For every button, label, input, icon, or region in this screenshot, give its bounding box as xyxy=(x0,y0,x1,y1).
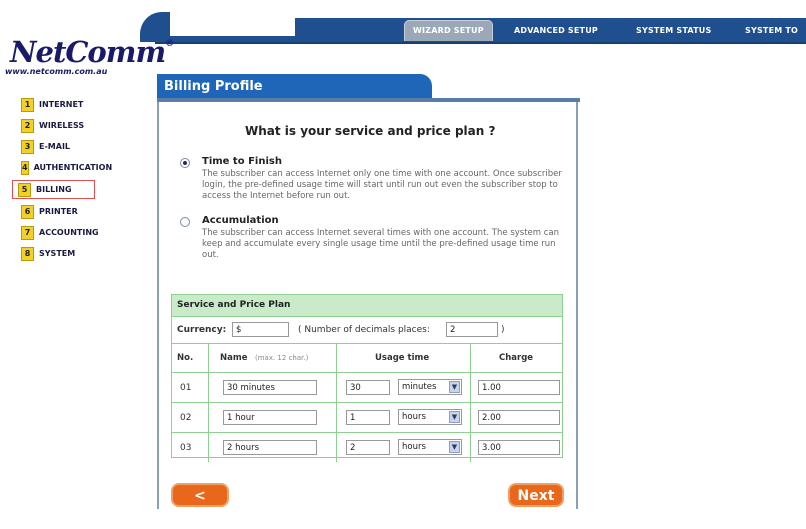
column-divider xyxy=(208,373,209,402)
sidebar-item-label: ACCOUNTING xyxy=(39,228,99,237)
nav-curve xyxy=(155,18,295,36)
panel-title: Billing Profile xyxy=(157,74,432,98)
column-divider xyxy=(208,403,209,432)
decimals-input[interactable]: 2 xyxy=(446,322,498,337)
plan-name-input[interactable]: 1 hour xyxy=(223,410,317,425)
sidebar-item-internet[interactable]: 1 INTERNET xyxy=(18,96,108,113)
column-divider xyxy=(336,373,337,402)
sidebar-item-email[interactable]: 3 E-MAIL xyxy=(18,138,108,155)
col-name-hint: (max. 12 char.) xyxy=(255,354,309,362)
menu-number: 3 xyxy=(21,139,34,154)
menu-number: 8 xyxy=(21,246,34,261)
currency-input[interactable]: $ xyxy=(232,322,289,337)
decimals-label: ( Number of decimals places: xyxy=(298,325,430,335)
plan-name-input[interactable]: 2 hours xyxy=(223,440,317,455)
usage-unit-select[interactable]: hours ▼ xyxy=(398,409,462,425)
tab-system-tools[interactable]: SYSTEM TO xyxy=(745,22,798,40)
tab-wizard-setup[interactable]: WIZARD SETUP xyxy=(404,20,493,41)
usage-unit-select[interactable]: minutes ▼ xyxy=(398,379,462,395)
option-title: Time to Finish xyxy=(202,156,282,167)
price-plan-table: Service and Price Plan Currency: $ ( Num… xyxy=(171,294,563,462)
menu-number: 5 xyxy=(18,182,31,197)
currency-label: Currency: xyxy=(177,325,227,335)
sidebar-item-label: AUTHENTICATION xyxy=(33,163,113,172)
row-number: 03 xyxy=(180,443,192,453)
sidebar-menu: 1 INTERNET 2 WIRELESS 3 E-MAIL 4 AUTHENTICAT… xyxy=(12,96,112,266)
column-divider xyxy=(470,433,471,462)
sidebar-item-label: SYSTEM xyxy=(39,249,76,258)
charge-input[interactable]: 3.00 xyxy=(478,440,560,455)
usage-unit-select[interactable]: hours ▼ xyxy=(398,439,462,455)
sidebar-item-printer[interactable]: 6 PRINTER xyxy=(18,203,108,220)
decimals-close-paren: ) xyxy=(501,325,505,335)
menu-number: 1 xyxy=(21,97,34,112)
row-number: 02 xyxy=(180,413,192,423)
usage-unit-value: minutes xyxy=(402,382,437,392)
column-divider xyxy=(336,433,337,462)
tab-system-status[interactable]: SYSTEM STATUS xyxy=(636,22,711,40)
usage-time-input[interactable]: 2 xyxy=(346,440,390,455)
column-divider xyxy=(470,373,471,402)
table-row: 02 1 hour 1 hours ▼ 2.00 xyxy=(172,403,562,433)
usage-time-input[interactable]: 1 xyxy=(346,410,390,425)
accumulation-radio[interactable] xyxy=(180,217,190,227)
usage-unit-value: hours xyxy=(402,412,426,422)
logo-url: www.netcomm.com.au xyxy=(5,67,108,76)
column-divider xyxy=(470,344,471,372)
col-usage-time: Usage time xyxy=(375,353,430,363)
plan-question: What is your service and price plan ? xyxy=(245,124,496,138)
sidebar-item-system[interactable]: 8 SYSTEM xyxy=(18,245,108,262)
sidebar-item-billing[interactable]: 5 BILLING xyxy=(12,180,95,199)
sidebar-item-label: WIRELESS xyxy=(39,121,85,130)
row-number: 01 xyxy=(180,383,192,393)
sidebar-item-label: BILLING xyxy=(36,185,72,194)
column-divider xyxy=(208,433,209,462)
usage-unit-value: hours xyxy=(402,442,426,452)
menu-number: 2 xyxy=(21,118,34,133)
currency-row: Currency: $ ( Number of decimals places:… xyxy=(172,317,562,344)
plan-name-input[interactable]: 30 minutes xyxy=(223,380,317,395)
time-to-finish-radio[interactable] xyxy=(180,158,190,168)
registered-mark: ® xyxy=(165,39,174,49)
sidebar-item-authentication[interactable]: 4 AUTHENTICATION xyxy=(18,159,112,176)
tab-advanced-setup[interactable]: ADVANCED SETUP xyxy=(514,22,598,40)
sidebar-item-label: PRINTER xyxy=(39,207,78,216)
sidebar-item-accounting[interactable]: 7 ACCOUNTING xyxy=(18,224,108,241)
sidebar-item-label: E-MAIL xyxy=(39,142,71,151)
menu-number: 6 xyxy=(21,204,34,219)
table-header-row: No. Name (max. 12 char.) Usage time Char… xyxy=(172,344,562,373)
col-charge: Charge xyxy=(499,353,534,363)
logo-text: NetComm xyxy=(10,35,166,69)
option-description: The subscriber can access Internet only … xyxy=(202,169,562,201)
netcomm-logo: NetComm® xyxy=(10,35,174,69)
sidebar-item-wireless[interactable]: 2 WIRELESS xyxy=(18,117,108,134)
next-button[interactable]: Next > xyxy=(508,483,564,526)
table-row: 01 30 minutes 30 minutes ▼ 1.00 xyxy=(172,373,562,403)
menu-number: 7 xyxy=(21,225,34,240)
column-divider xyxy=(470,403,471,432)
charge-input[interactable]: 2.00 xyxy=(478,410,560,425)
usage-time-input[interactable]: 30 xyxy=(346,380,390,395)
column-divider xyxy=(208,344,209,372)
plan-heading: Service and Price Plan xyxy=(172,295,562,317)
col-no: No. xyxy=(177,353,194,363)
back-button[interactable]: < Back xyxy=(171,483,229,526)
table-row: 03 2 hours 2 hours ▼ 3.00 xyxy=(172,433,562,462)
col-name: Name xyxy=(220,353,248,363)
chevron-down-icon: ▼ xyxy=(449,381,460,393)
column-divider xyxy=(336,403,337,432)
charge-input[interactable]: 1.00 xyxy=(478,380,560,395)
menu-number: 4 xyxy=(21,160,29,175)
column-divider xyxy=(336,344,337,372)
option-description: The subscriber can access Internet sever… xyxy=(202,228,560,260)
chevron-down-icon: ▼ xyxy=(449,441,460,453)
chevron-down-icon: ▼ xyxy=(449,411,460,423)
option-title: Accumulation xyxy=(202,215,279,226)
sidebar-item-label: INTERNET xyxy=(39,100,84,109)
